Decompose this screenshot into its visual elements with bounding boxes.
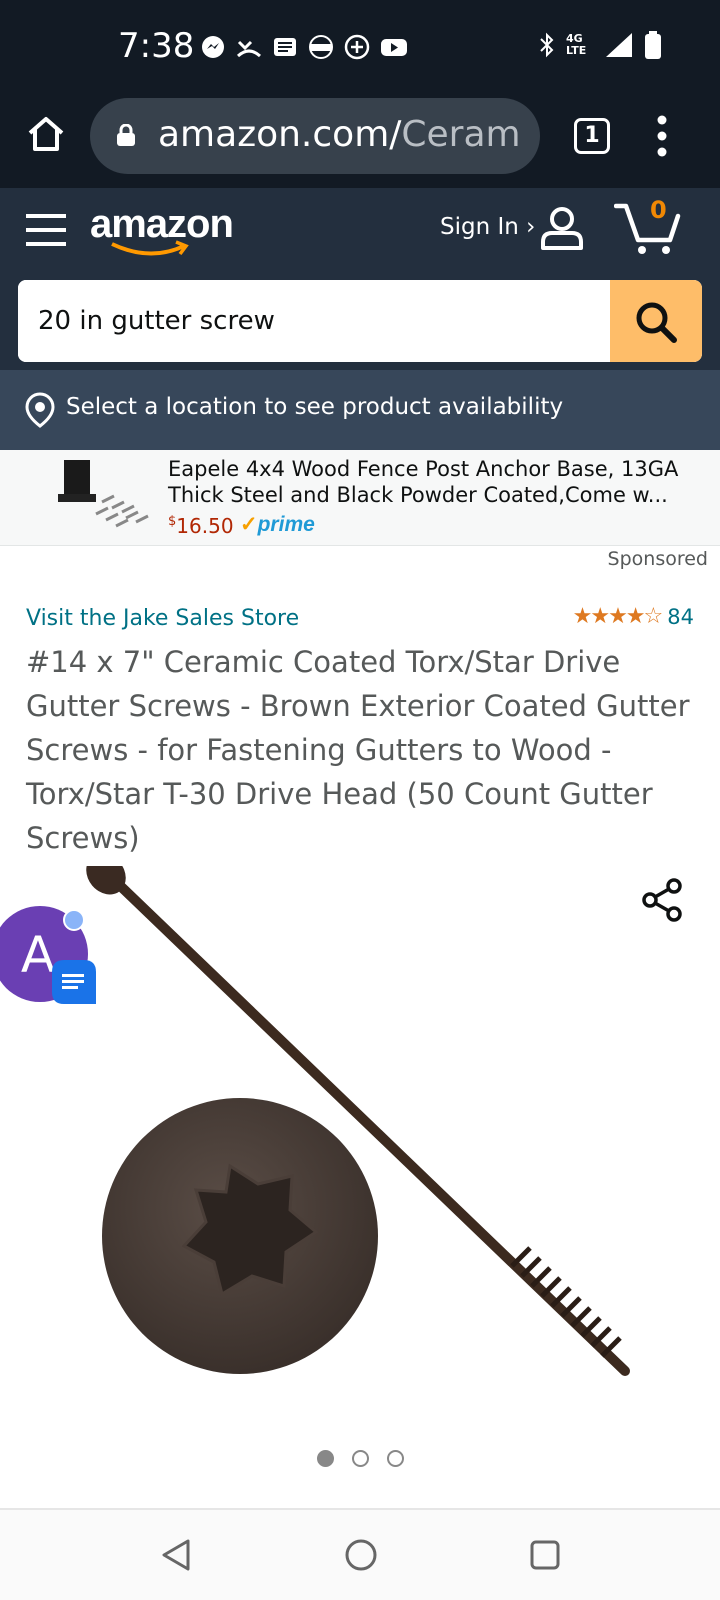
chat-head-bubble[interactable]: A <box>0 904 100 1008</box>
signal-icon <box>606 33 632 57</box>
status-time: 7:38 <box>118 26 195 66</box>
home-circle-icon[interactable] <box>344 1538 378 1572</box>
product-image[interactable] <box>80 866 660 1406</box>
tab-switcher-button[interactable]: 1 <box>574 118 610 154</box>
store-link[interactable]: Visit the Jake Sales Store <box>26 606 299 631</box>
status-bar: 7:38 4G LTE <box>0 0 720 92</box>
ad-price: $16.50 <box>168 514 234 538</box>
carousel-dot-1[interactable] <box>316 1450 334 1467</box>
more-menu-icon[interactable] <box>656 114 668 158</box>
network-label: 4G LTE <box>566 32 587 57</box>
wsop-icon <box>308 34 334 60</box>
sign-in-link[interactable]: Sign In › <box>440 214 535 240</box>
recent-apps-icon[interactable] <box>530 1540 560 1570</box>
ad-price-value: 16.50 <box>176 514 234 538</box>
cart-icon[interactable] <box>614 198 684 256</box>
amazon-header: amazon Sign In › 0 20 in gutter screw <box>0 188 720 370</box>
url-host: amazon.com/ <box>158 114 402 155</box>
location-text: Select a location to see product availab… <box>66 394 564 420</box>
chat-head-initial: A <box>21 926 55 984</box>
lock-icon <box>117 124 135 146</box>
prime-label: prime <box>257 513 315 536</box>
sponsored-ad[interactable]: Eapele 4x4 Wood Fence Post Anchor Base, … <box>0 450 720 546</box>
rating-count: 84 <box>667 604 694 629</box>
app-plus-icon <box>344 34 370 60</box>
browser-toolbar: amazon.com/Cerami 1 <box>0 92 720 188</box>
search-input[interactable]: 20 in gutter screw <box>18 280 608 362</box>
battery-icon <box>645 31 661 59</box>
product-title: #14 x 7" Ceramic Coated Torx/Star Drive … <box>26 645 690 855</box>
messenger-icon <box>200 34 226 60</box>
system-navigation-bar <box>0 1508 720 1600</box>
url-path: Cerami <box>401 114 522 155</box>
carousel-dot-2[interactable] <box>351 1450 369 1467</box>
ad-product-image <box>58 460 149 528</box>
sponsored-label: Sponsored <box>607 548 708 570</box>
message-icon <box>272 34 298 60</box>
location-pin-icon <box>25 392 55 428</box>
notification-icons <box>200 34 407 60</box>
address-bar[interactable]: amazon.com/Cerami <box>90 98 540 174</box>
back-icon[interactable] <box>160 1538 192 1572</box>
ad-title: Eapele 4x4 Wood Fence Post Anchor Base, … <box>168 457 679 507</box>
url-text: amazon.com/Cerami <box>158 114 522 155</box>
location-bar[interactable]: Select a location to see product availab… <box>0 370 720 450</box>
product-rating[interactable]: ★★★★☆ 84 <box>573 604 694 629</box>
cart-count: 0 <box>650 196 667 224</box>
bluetooth-icon <box>540 32 554 58</box>
youtube-icon <box>380 34 407 60</box>
search-button[interactable] <box>610 280 702 362</box>
search-icon <box>636 302 677 343</box>
prime-badge: ✓prime <box>240 513 315 536</box>
star-rating-icon: ★★★★☆ <box>572 604 664 629</box>
user-icon[interactable] <box>538 204 586 252</box>
missed-call-icon <box>236 34 262 60</box>
image-carousel-indicator <box>0 1450 720 1467</box>
hamburger-menu-icon[interactable] <box>26 212 66 248</box>
search-bar: 20 in gutter screw <box>18 280 702 362</box>
carousel-dot-3[interactable] <box>386 1450 404 1467</box>
amazon-smile-icon <box>111 240 189 256</box>
home-icon[interactable] <box>26 114 66 154</box>
share-icon[interactable] <box>640 878 684 922</box>
system-icons: 4G LTE <box>538 30 662 60</box>
